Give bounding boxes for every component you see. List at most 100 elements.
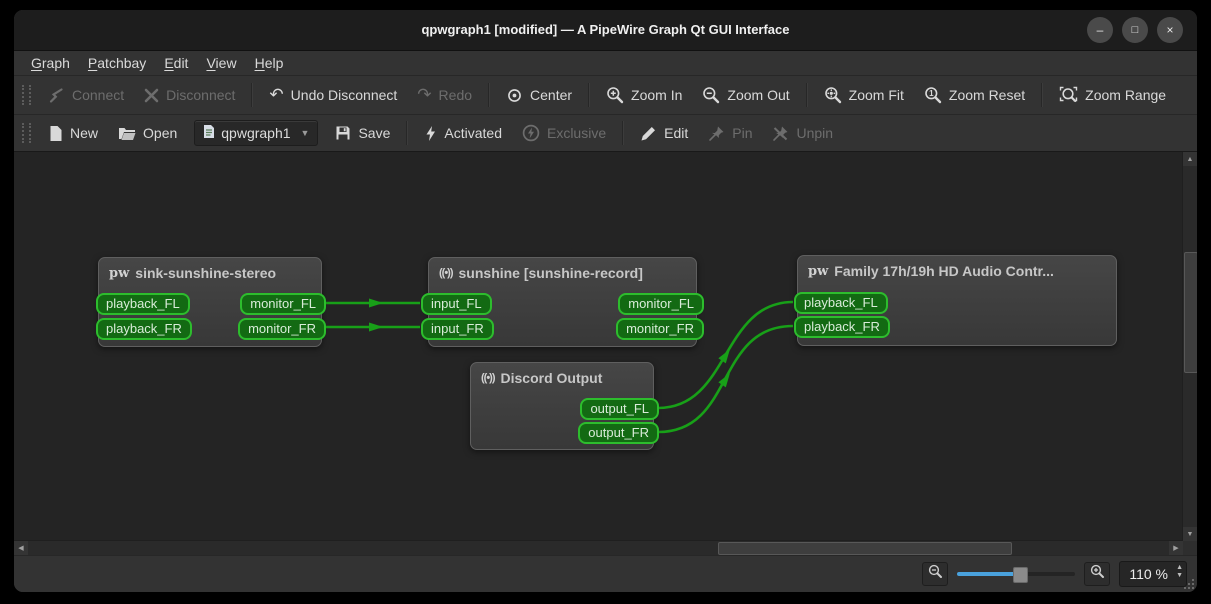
center-button[interactable]: Center xyxy=(497,83,581,108)
scrollbar-corner xyxy=(1183,541,1197,555)
node-title: Discord Output xyxy=(500,370,603,386)
zoom-out-icon xyxy=(928,564,943,584)
graph-canvas[interactable]: pw sink-sunshine-stereo playback_FL play… xyxy=(14,152,1183,541)
menu-edit[interactable]: Edit xyxy=(155,53,197,73)
zoom-out-button[interactable]: Zoom Out xyxy=(693,82,798,108)
open-folder-icon xyxy=(118,125,136,141)
maximize-icon: □ xyxy=(1131,23,1139,36)
exclusive-button[interactable]: Exclusive xyxy=(513,120,615,146)
node-title: sink-sunshine-stereo xyxy=(135,265,277,281)
zoom-in-button[interactable]: Zoom In xyxy=(597,82,691,108)
port-monitor-fl[interactable]: monitor_FL xyxy=(618,293,704,315)
svg-text:1: 1 xyxy=(929,89,934,98)
zoom-reset-icon: 1 xyxy=(924,86,942,104)
media-icon: ((•)) xyxy=(439,267,453,279)
redo-button[interactable]: ↷ Redo xyxy=(408,83,481,108)
maximize-button[interactable]: □ xyxy=(1122,17,1148,43)
node-title: Family 17h/19h HD Audio Contr... xyxy=(834,263,1054,279)
activated-bolt-icon xyxy=(424,125,437,142)
minimize-button[interactable]: – xyxy=(1087,17,1113,43)
horizontal-scrollbar[interactable]: ◀ ▶ xyxy=(14,540,1183,555)
menu-view[interactable]: View xyxy=(197,53,245,73)
undo-icon: ↶ xyxy=(269,84,284,105)
connect-icon xyxy=(48,87,65,104)
node-family-hd-audio[interactable]: pw Family 17h/19h HD Audio Contr... play… xyxy=(794,255,1117,346)
menu-help[interactable]: Help xyxy=(246,53,293,73)
patchbay-selector[interactable]: qpwgraph1 ▼ xyxy=(194,120,319,146)
toolbar-drag-handle[interactable] xyxy=(22,123,31,143)
zoom-slider-fill xyxy=(957,572,1019,576)
scroll-down-icon[interactable]: ▼ xyxy=(1183,527,1197,541)
pin-button[interactable]: Pin xyxy=(699,121,761,146)
undo-disconnect-button[interactable]: ↶ Undo Disconnect xyxy=(260,83,406,108)
port-monitor-fl[interactable]: monitor_FL xyxy=(240,293,326,315)
vertical-scrollbar[interactable]: ▲ ▼ xyxy=(1182,152,1197,541)
scroll-right-icon[interactable]: ▶ xyxy=(1169,541,1183,555)
app-window: qpwgraph1 [modified] — A PipeWire Graph … xyxy=(14,10,1197,592)
scroll-left-icon[interactable]: ◀ xyxy=(14,541,28,555)
node-sink-sunshine-stereo[interactable]: pw sink-sunshine-stereo playback_FL play… xyxy=(96,257,326,347)
edit-button[interactable]: Edit xyxy=(631,121,697,146)
port-input-fl[interactable]: input_FL xyxy=(421,293,492,315)
arrow-icon xyxy=(369,298,383,308)
activated-button[interactable]: Activated xyxy=(415,121,511,146)
graph-toolbar: Connect Disconnect ↶ Undo Disconnect ↷ R… xyxy=(14,76,1197,115)
vertical-scrollbar-thumb[interactable] xyxy=(1184,252,1197,373)
window-title: qpwgraph1 [modified] — A PipeWire Graph … xyxy=(421,22,790,37)
scroll-up-icon[interactable]: ▲ xyxy=(1183,152,1197,166)
zoom-percent-value[interactable]: 110 % xyxy=(1120,562,1168,586)
toolbar-separator xyxy=(251,83,254,107)
resize-grip[interactable] xyxy=(1182,577,1194,589)
spin-up-icon[interactable]: ▲ xyxy=(1176,564,1183,571)
zoom-percent-spinbox[interactable]: 110 % ▲ ▼ xyxy=(1119,561,1187,587)
titlebar[interactable]: qpwgraph1 [modified] — A PipeWire Graph … xyxy=(14,10,1197,51)
zoom-slider[interactable] xyxy=(957,566,1075,583)
toolbar-separator xyxy=(406,121,409,145)
port-playback-fr[interactable]: playback_FR xyxy=(794,316,890,338)
port-input-fr[interactable]: input_FR xyxy=(421,318,494,340)
menu-graph[interactable]: Graph xyxy=(22,53,79,73)
zoom-range-button[interactable]: Zoom Range xyxy=(1050,82,1175,108)
port-monitor-fr[interactable]: monitor_FR xyxy=(238,318,326,340)
save-button[interactable]: Save xyxy=(326,121,399,145)
connect-button[interactable]: Connect xyxy=(39,83,133,108)
unpin-button[interactable]: Unpin xyxy=(763,121,842,146)
patchbay-file-icon xyxy=(203,124,215,142)
toolbar-separator xyxy=(1041,83,1044,107)
pin-icon xyxy=(708,125,725,142)
toolbar-drag-handle[interactable] xyxy=(22,85,31,105)
new-button[interactable]: New xyxy=(39,121,107,146)
disconnect-button[interactable]: Disconnect xyxy=(135,83,244,107)
close-button[interactable]: × xyxy=(1157,17,1183,43)
zoom-fit-button[interactable]: Zoom Fit xyxy=(815,82,913,108)
port-output-fr[interactable]: output_FR xyxy=(578,422,659,444)
menu-patchbay[interactable]: Patchbay xyxy=(79,53,155,73)
save-icon xyxy=(335,125,351,141)
minimize-icon: – xyxy=(1096,23,1104,37)
toolbar-separator xyxy=(805,83,808,107)
port-playback-fl[interactable]: playback_FL xyxy=(96,293,190,315)
zoom-slider-handle[interactable] xyxy=(1013,567,1028,583)
zoom-in-small-button[interactable] xyxy=(1084,562,1110,586)
zoom-out-icon xyxy=(702,86,720,104)
pipewire-icon: pw xyxy=(808,263,829,279)
new-file-icon xyxy=(48,125,63,142)
port-output-fl[interactable]: output_FL xyxy=(580,398,659,420)
statusbar: 110 % ▲ ▼ xyxy=(14,555,1197,592)
horizontal-scrollbar-thumb[interactable] xyxy=(718,542,1012,555)
exclusive-icon xyxy=(522,124,540,142)
disconnect-icon xyxy=(144,88,159,103)
zoom-fit-icon xyxy=(824,86,842,104)
port-playback-fl[interactable]: playback_FL xyxy=(794,292,888,314)
zoom-reset-button[interactable]: 1 Zoom Reset xyxy=(915,82,1034,108)
graph-view: pw sink-sunshine-stereo playback_FL play… xyxy=(14,152,1197,555)
node-discord-output[interactable]: ((•)) Discord Output output_FL output_FR xyxy=(470,362,659,450)
center-icon xyxy=(506,87,523,104)
port-monitor-fr[interactable]: monitor_FR xyxy=(616,318,704,340)
port-playback-fr[interactable]: playback_FR xyxy=(96,318,192,340)
open-button[interactable]: Open xyxy=(109,121,186,145)
zoom-in-icon xyxy=(1090,564,1105,584)
zoom-out-small-button[interactable] xyxy=(922,562,948,586)
arrow-icon xyxy=(369,322,383,332)
node-sunshine[interactable]: ((•)) sunshine [sunshine-record] input_F… xyxy=(421,257,704,347)
